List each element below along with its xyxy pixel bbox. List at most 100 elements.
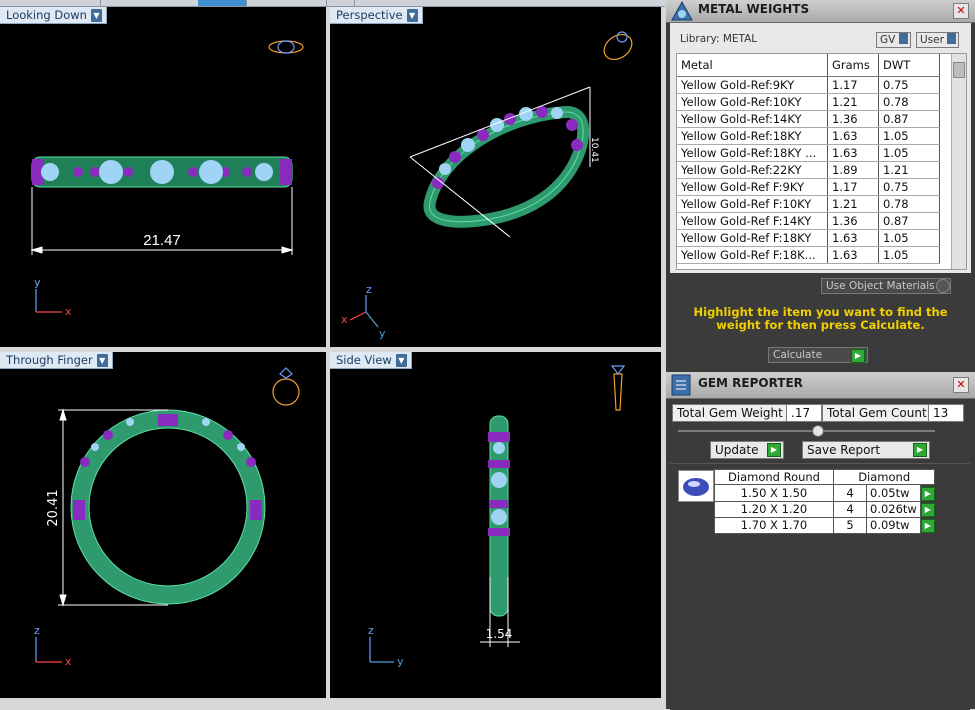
close-icon[interactable]: ✕ — [953, 3, 969, 19]
panel-title-bar[interactable]: GEM REPORTER ✕ — [666, 372, 975, 399]
metal-cell: Yellow Gold-Ref:22KY — [677, 161, 828, 179]
table-row[interactable]: Yellow Gold-Ref:22KY 1.89 1.21 — [677, 161, 940, 179]
metal-cell: Yellow Gold-Ref:18KY ... — [677, 144, 828, 162]
scale-icon — [671, 0, 693, 21]
close-icon[interactable]: ✕ — [953, 377, 969, 393]
metal-controls: Use Object Materials Highlight the item … — [666, 273, 975, 372]
play-icon: ▶ — [920, 503, 935, 517]
chevron-down-icon[interactable]: ▼ — [90, 8, 102, 22]
ring-band — [423, 106, 590, 228]
viewport-looking-down[interactable]: 21.47 y x Looking Down ▼ — [0, 7, 326, 347]
viewport-label[interactable]: Looking Down ▼ — [0, 7, 107, 24]
play-icon: ▶ — [913, 443, 927, 457]
gem-row-action[interactable]: ▶ — [920, 484, 935, 501]
axis-gizmo: z y — [368, 624, 404, 668]
dwt-cell: 0.87 — [878, 110, 940, 128]
gem-reporter-panel: GEM REPORTER ✕ Total Gem Weight .17 Tota… — [666, 372, 975, 710]
column-header-grams[interactable]: Grams — [827, 54, 879, 77]
gem-row-action[interactable]: ▶ — [920, 517, 935, 533]
scrollbar[interactable] — [951, 54, 966, 269]
table-row[interactable]: Yellow Gold-Ref:10KY 1.21 0.78 — [677, 93, 940, 111]
tab[interactable] — [0, 0, 101, 6]
viewport-through-finger[interactable]: 20.41 z x Through Finger ▼ — [0, 352, 326, 698]
axis-label-x: x — [65, 305, 72, 318]
viewport-perspective[interactable]: 10.41 z x y Perspective ▼ — [330, 7, 661, 347]
slider-track[interactable] — [678, 430, 935, 432]
grams-cell: 1.36 — [827, 212, 879, 230]
metal-cell: Yellow Gold-Ref:18KY — [677, 127, 828, 145]
axis-label-z: z — [34, 624, 40, 637]
axis-label-x: x — [65, 655, 72, 668]
viewport-label-text: Side View — [336, 353, 392, 367]
table-row[interactable]: Yellow Gold-Ref:9KY 1.17 0.75 — [677, 76, 940, 94]
panel-title: METAL WEIGHTS — [698, 2, 810, 16]
dwt-cell: 0.87 — [878, 212, 940, 230]
save-report-label: Save Report — [807, 443, 881, 457]
table-row[interactable]: Yellow Gold-Ref F:18KY 1.63 1.05 — [677, 229, 940, 247]
panel-title-bar[interactable]: METAL WEIGHTS ✕ — [666, 0, 975, 23]
slider-handle[interactable] — [812, 425, 824, 437]
metal-cell: Yellow Gold-Ref F:18K... — [677, 246, 828, 264]
tab[interactable] — [326, 0, 355, 6]
column-header-metal[interactable]: Metal — [677, 54, 828, 77]
table-row[interactable]: Yellow Gold-Ref:14KY 1.36 0.87 — [677, 110, 940, 128]
table-row[interactable]: Yellow Gold-Ref:18KY 1.63 1.05 — [677, 127, 940, 145]
chevron-down-icon[interactable]: ▼ — [406, 8, 418, 22]
table-row[interactable]: Yellow Gold-Ref F:9KY 1.17 0.75 — [677, 178, 940, 196]
scroll-thumb[interactable] — [953, 62, 965, 78]
metal-cell: Yellow Gold-Ref F:9KY — [677, 178, 828, 196]
panel-title: GEM REPORTER — [698, 376, 803, 390]
update-button[interactable]: Update ▶ — [710, 441, 784, 459]
gem-size-cell: 1.50 X 1.50 — [714, 484, 834, 502]
gem-weight-cell: 0.09tw — [866, 516, 921, 534]
save-report-button[interactable]: Save Report ▶ — [802, 441, 930, 459]
toggle-icon[interactable] — [936, 279, 950, 293]
metal-weights-panel: METAL WEIGHTS ✕ Library: METAL GV User M… — [666, 0, 975, 372]
gv-label: GV — [880, 34, 896, 46]
column-header-dwt[interactable]: DWT — [878, 54, 940, 77]
table-row[interactable]: Yellow Gold-Ref:18KY ... 1.63 1.05 — [677, 144, 940, 162]
dwt-cell: 1.05 — [878, 246, 940, 264]
dwt-cell: 1.05 — [878, 144, 940, 162]
ring-side-view: 1.54 z y — [368, 365, 626, 668]
gem-size-cell: 1.70 X 1.70 — [714, 516, 834, 534]
viewport-label[interactable]: Through Finger ▼ — [0, 352, 113, 369]
table-row[interactable]: Yellow Gold-Ref F:10KY 1.21 0.78 — [677, 195, 940, 213]
view-cube-icon[interactable] — [268, 40, 304, 54]
viewport-side-view[interactable]: 1.54 z y Side View ▼ — [330, 352, 661, 698]
gem-thumbnail[interactable] — [678, 470, 714, 502]
view-cube-icon[interactable] — [599, 29, 636, 64]
toggle-icon — [947, 33, 957, 44]
table-row[interactable]: Yellow Gold-Ref F:18K... 1.63 1.05 — [677, 246, 940, 264]
tab[interactable] — [246, 0, 327, 6]
library-label: Library: METAL — [680, 33, 758, 45]
calculate-button[interactable]: Calculate ▶ — [768, 347, 868, 363]
gem-table: Diamond Round Diamond 1.50 X 1.50 4 0.05tw… — [714, 469, 936, 534]
table-row[interactable]: 1.50 X 1.50 4 0.05tw ▶ — [714, 484, 935, 502]
table-row[interactable]: 1.70 X 1.70 5 0.09tw ▶ — [714, 516, 935, 534]
view-cube-icon[interactable] — [610, 365, 626, 411]
user-label: User — [920, 34, 944, 46]
chevron-down-icon[interactable]: ▼ — [96, 353, 108, 367]
view-cube-icon[interactable] — [272, 367, 300, 406]
dwt-cell: 0.78 — [878, 93, 940, 111]
chevron-down-icon[interactable]: ▼ — [395, 353, 407, 367]
table-row[interactable]: Yellow Gold-Ref F:14KY 1.36 0.87 — [677, 212, 940, 230]
use-object-materials-button[interactable]: Use Object Materials — [821, 278, 951, 294]
tab-active[interactable] — [198, 0, 247, 6]
dwt-cell: 1.05 — [878, 229, 940, 247]
tab[interactable] — [100, 0, 199, 6]
user-button[interactable]: User — [916, 32, 960, 48]
gem-count-cell: 4 — [833, 484, 867, 502]
gem-row-action[interactable]: ▶ — [920, 501, 935, 517]
viewport-label[interactable]: Side View ▼ — [330, 352, 412, 369]
gv-button[interactable]: GV — [876, 32, 911, 48]
dimension-value: 20.41 — [46, 489, 61, 526]
viewport-label[interactable]: Perspective ▼ — [330, 7, 423, 24]
gem-count-cell: 5 — [833, 516, 867, 534]
total-gem-weight-label: Total Gem Weight — [672, 404, 788, 422]
toggle-icon — [898, 33, 908, 44]
dwt-cell: 1.21 — [878, 161, 940, 179]
grams-cell: 1.21 — [827, 195, 879, 213]
table-row[interactable]: 1.20 X 1.20 4 0.026tw ▶ — [714, 500, 935, 518]
